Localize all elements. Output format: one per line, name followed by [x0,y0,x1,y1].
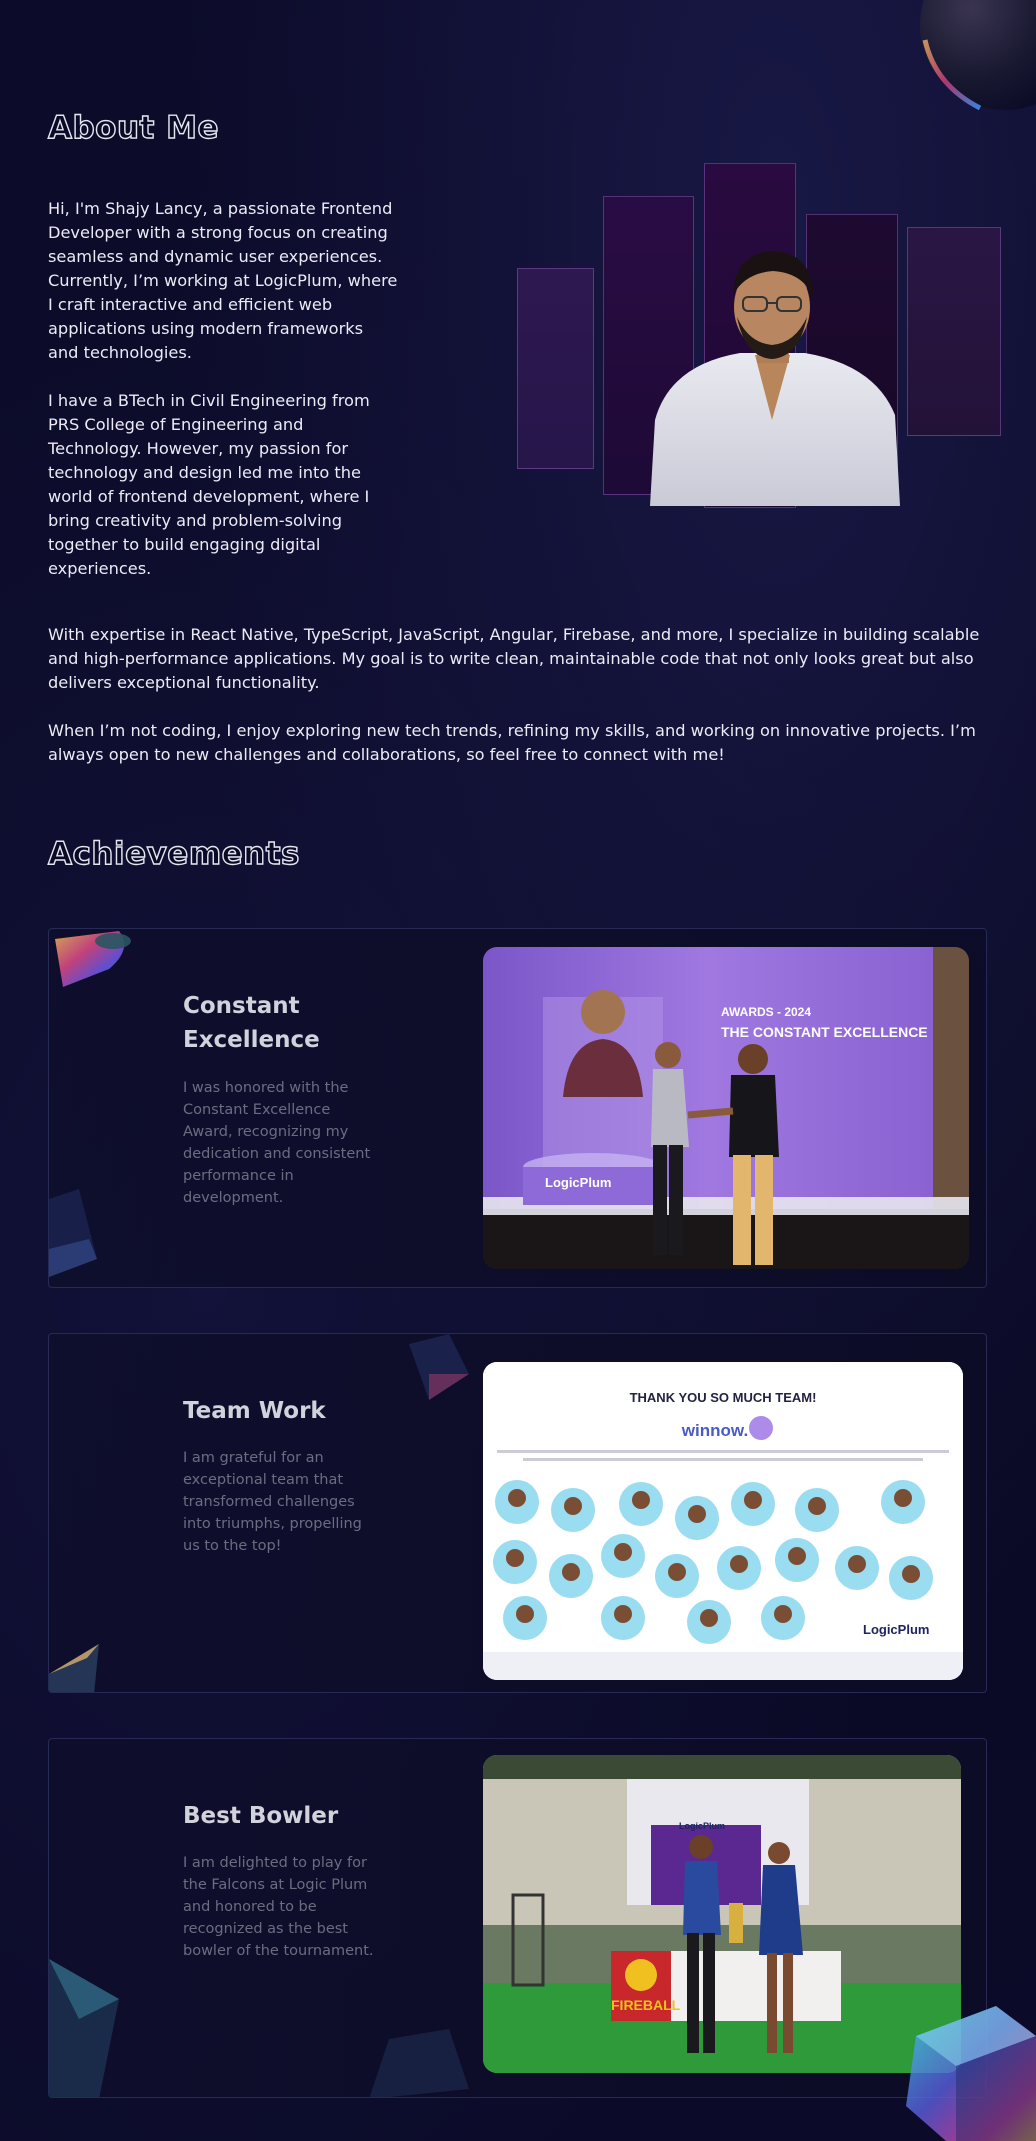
about-para-2: I have a BTech in Civil Engineering from… [48,391,370,578]
team-member-face [902,1565,920,1583]
team-member-face [614,1605,632,1623]
about-details: With expertise in React Native, TypeScri… [48,623,1008,767]
achievement-title: Constant Excellence [183,993,320,1053]
team-member-face [506,1549,524,1567]
hero-bar [517,268,594,469]
team-member-face [730,1555,748,1573]
achievement-photo: LogicPlum FIREBALL [483,1755,961,2073]
about-title: About Me [47,109,220,146]
team-member-face [508,1489,526,1507]
achievement-title: Team Work [183,1398,326,1424]
about-intro: Hi, I'm Shajy Lancy, a passionate Fronte… [48,197,398,581]
team-member-face [668,1563,686,1581]
glass-prism-decoration [49,1959,119,2097]
team-member-face [808,1497,826,1515]
achievements-title: Achievements [47,835,300,872]
achievement-card: Team Work I am grateful for an exception… [48,1333,987,1693]
fireball-banner-text: FIREBALL [611,1997,681,2013]
glass-cube-decoration [409,1334,469,1400]
glass-shard-decoration [49,1644,99,1692]
team-member-face [774,1605,792,1623]
team-member-face [562,1563,580,1581]
about-para-1: Hi, I'm Shajy Lancy, a passionate Fronte… [48,199,398,362]
glass-cube-decoration [369,2029,469,2097]
glass-orb-decoration [920,0,1036,111]
glass-cube-decoration [49,1189,97,1277]
about-page: About Me Hi, I'm Shajy Lancy, a passiona… [0,0,1036,2141]
winnow-logo-icon [749,1416,773,1440]
achievement-card: Best Bowler I am delighted to play for t… [48,1738,987,2098]
about-para-4: When I’m not coding, I enjoy exploring n… [48,721,976,764]
team-member-face [700,1609,718,1627]
team-member-face [788,1547,806,1565]
team-member-face [614,1543,632,1561]
awards-year-text: AWARDS - 2024 [721,1005,811,1019]
achievement-description: I am delighted to play for the Falcons a… [183,1855,374,1959]
achievement-photo: AWARDS - 2024 THE CONSTANT EXCELLENCE Lo… [483,947,969,1269]
achievement-title: Best Bowler [183,1803,339,1829]
achievement-photo: THANK YOU SO MUCH TEAM! winnow. LogicPlu… [483,1362,963,1680]
team-member-face [688,1505,706,1523]
glass-cone-decoration [55,931,131,987]
team-member-face [564,1497,582,1515]
stage-brand-text: LogicPlum [545,1175,611,1190]
banner-brand-text: LogicPlum [679,1821,725,1831]
team-member-face [632,1491,650,1509]
hero-bar [907,227,1001,436]
team-member-face [516,1605,534,1623]
achievement-card: Constant Excellence I was honored with t… [48,928,987,1288]
achievement-description: I was honored with the Constant Excellen… [183,1080,371,1206]
about-para-3: With expertise in React Native, TypeScri… [48,625,980,692]
award-name-text: THE CONSTANT EXCELLENCE [721,1024,928,1040]
team-member-face [894,1489,912,1507]
winnow-logo-text: winnow. [681,1421,748,1440]
team-member-face [744,1491,762,1509]
profile-portrait [650,251,900,506]
achievement-description: I am grateful for an exceptional team th… [183,1450,362,1554]
glass-cube-decoration [906,2006,1036,2141]
team-brand-text: LogicPlum [863,1622,929,1637]
team-heading-text: THANK YOU SO MUCH TEAM! [630,1390,817,1405]
team-member-face [848,1555,866,1573]
